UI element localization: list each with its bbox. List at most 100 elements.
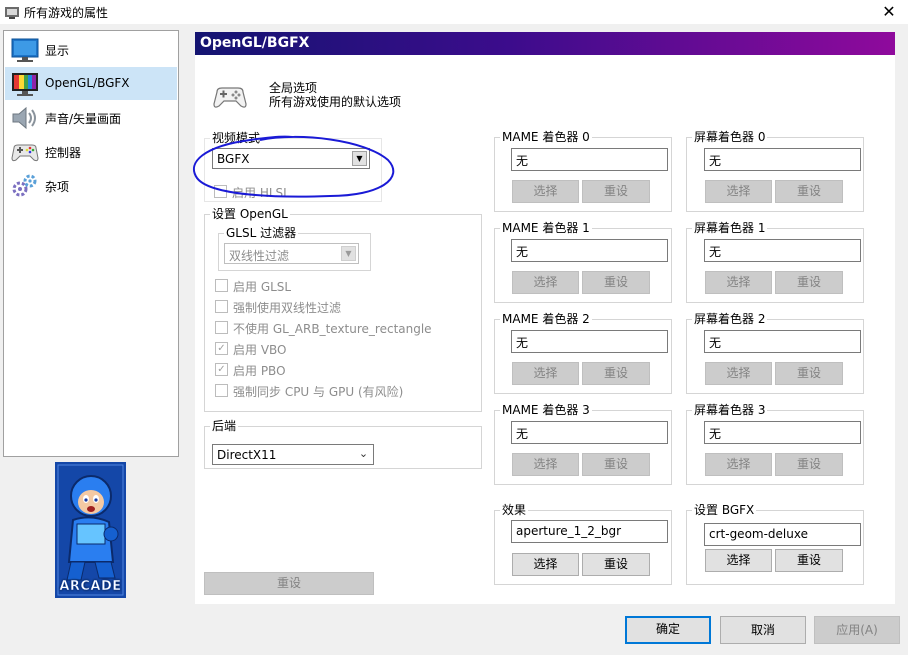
checkbox-box: ✓: [215, 342, 228, 355]
group-legend: MAME 着色器 0: [500, 130, 592, 144]
bgfx-reset-button[interactable]: 重设: [775, 549, 843, 572]
cancel-button[interactable]: 取消: [720, 616, 806, 644]
video-mode-value: BGFX: [217, 152, 250, 166]
mame-shader-2-reset-button[interactable]: 重设: [582, 362, 650, 385]
force-bilinear-checkbox[interactable]: 强制使用双线性过滤: [215, 299, 475, 315]
checkbox-box: [215, 279, 228, 292]
field-value: 无: [709, 245, 722, 259]
group-legend: 屏幕着色器 1: [692, 221, 768, 235]
sidebar-item-label: OpenGL/BGFX: [45, 76, 130, 90]
screen-shader-3-reset-button[interactable]: 重设: [775, 453, 843, 476]
field-value: 无: [709, 336, 722, 350]
bgfx-choose-button[interactable]: 选择: [705, 549, 772, 572]
group-legend: 屏幕着色器 2: [692, 312, 768, 326]
mame-shader-0-field[interactable]: 无: [511, 148, 668, 171]
enable-vbo-checkbox[interactable]: ✓ 启用 VBO: [215, 341, 475, 357]
sidebar-item-label: 显示: [45, 44, 70, 58]
screen-shader-3-choose-button[interactable]: 选择: [705, 453, 772, 476]
mame-shader-3-field[interactable]: 无: [511, 421, 668, 444]
title-bar: 所有游戏的属性 ✕: [0, 0, 908, 24]
gamepad-icon: [11, 144, 39, 162]
hlsl-label: 启用 HLSL: [232, 186, 290, 200]
sidebar-item-label: 声音/矢量画面: [45, 112, 122, 126]
bgfx-settings-group: 设置 BGFX: [686, 503, 864, 585]
sidebar-item-controllers[interactable]: 控制器: [5, 135, 177, 168]
checkbox-box: [215, 300, 228, 313]
scope-description: 所有游戏使用的默认选项: [269, 95, 402, 109]
mame-shader-1-field[interactable]: 无: [511, 239, 668, 262]
chevron-down-icon: ▼: [341, 246, 356, 261]
mame-shader-2-choose-button[interactable]: 选择: [512, 362, 579, 385]
screen-shader-2-reset-button[interactable]: 重设: [775, 362, 843, 385]
field-value: 无: [709, 154, 722, 168]
sidebar-item-label: 杂项: [45, 180, 70, 194]
field-value: 无: [516, 154, 529, 168]
effect-value: aperture_1_2_bgr: [516, 524, 622, 538]
color-monitor-icon: [12, 73, 38, 96]
force-sync-checkbox[interactable]: 强制同步 CPU 与 GPU (有风险): [215, 383, 475, 399]
screen-shader-0-field[interactable]: 无: [704, 148, 861, 171]
close-button[interactable]: ✕: [870, 0, 908, 24]
group-legend: 屏幕着色器 0: [692, 130, 768, 144]
screen-shader-1-choose-button[interactable]: 选择: [705, 271, 772, 294]
speaker-icon: [12, 106, 36, 130]
window-title: 所有游戏的属性: [24, 6, 109, 20]
hlsl-checkbox[interactable]: 启用 HLSL: [214, 184, 304, 200]
screen-shader-3-field[interactable]: 无: [704, 421, 861, 444]
screen-shader-1-field[interactable]: 无: [704, 239, 861, 262]
sidebar: 显示 OpenGL/BGFX 声音/矢量画面 控制器 杂项: [3, 30, 179, 457]
screen-shader-2-choose-button[interactable]: 选择: [705, 362, 772, 385]
effect-choose-button[interactable]: 选择: [512, 553, 579, 576]
screen-shader-2-field[interactable]: 无: [704, 330, 861, 353]
sidebar-item-opengl-bgfx[interactable]: OpenGL/BGFX: [5, 67, 177, 100]
sidebar-item-label: 控制器: [45, 146, 82, 160]
checkbox-box: [214, 185, 227, 198]
checkbox-box: ✓: [215, 363, 228, 376]
mame-shader-2-field[interactable]: 无: [511, 330, 668, 353]
panel-title: OpenGL/BGFX: [200, 35, 310, 51]
bgfx-legend: 设置 BGFX: [692, 503, 757, 517]
monitor-icon: [11, 38, 39, 62]
chevron-down-icon: ⌄: [358, 447, 369, 460]
screen-shader-0-choose-button[interactable]: 选择: [705, 180, 772, 203]
field-value: 无: [516, 427, 529, 441]
video-mode-dropdown[interactable]: BGFX ▼: [212, 148, 370, 169]
mame-shader-1-reset-button[interactable]: 重设: [582, 271, 650, 294]
option-label: 强制同步 CPU 与 GPU (有风险): [233, 385, 404, 399]
group-legend: MAME 着色器 1: [500, 221, 592, 235]
effect-reset-button[interactable]: 重设: [582, 553, 650, 576]
mame-shader-0-reset-button[interactable]: 重设: [582, 180, 650, 203]
panel-header: OpenGL/BGFX: [195, 32, 895, 55]
backend-legend: 后端: [210, 419, 239, 433]
mame-shader-3-choose-button[interactable]: 选择: [512, 453, 579, 476]
mame-shader-1-choose-button[interactable]: 选择: [512, 271, 579, 294]
mame-shader-3-reset-button[interactable]: 重设: [582, 453, 650, 476]
screen-shader-0-reset-button[interactable]: 重设: [775, 180, 843, 203]
enable-glsl-checkbox[interactable]: 启用 GLSL: [215, 278, 475, 294]
sidebar-item-misc[interactable]: 杂项: [5, 169, 177, 202]
arcade-logo-text: ARCADE: [59, 579, 122, 595]
no-texture-rectangle-checkbox[interactable]: 不使用 GL_ARB_texture_rectangle: [215, 320, 475, 336]
option-label: 启用 GLSL: [233, 280, 292, 294]
enable-pbo-checkbox[interactable]: ✓ 启用 PBO: [215, 362, 475, 378]
effect-field[interactable]: aperture_1_2_bgr: [511, 520, 668, 543]
ok-button[interactable]: 确定: [625, 616, 711, 644]
mame-shader-0-choose-button[interactable]: 选择: [512, 180, 579, 203]
bgfx-chain-field[interactable]: crt-geom-deluxe: [704, 523, 861, 546]
checkbox-box: [215, 384, 228, 397]
field-value: 无: [516, 336, 529, 350]
option-label: 启用 VBO: [233, 343, 287, 357]
backend-value: DirectX11: [217, 448, 277, 462]
group-legend: 屏幕着色器 3: [692, 403, 768, 417]
mascot-illustration: [55, 462, 126, 598]
reset-opengl-button[interactable]: 重设: [204, 572, 374, 595]
option-label: 不使用 GL_ARB_texture_rectangle: [233, 322, 432, 336]
glsl-filter-dropdown[interactable]: 双线性过滤 ▼: [224, 243, 359, 264]
gamepad-icon: [213, 87, 247, 108]
backend-dropdown[interactable]: DirectX11 ⌄: [212, 444, 374, 465]
screen-shader-1-reset-button[interactable]: 重设: [775, 271, 843, 294]
sidebar-item-display[interactable]: 显示: [5, 33, 177, 66]
chevron-down-icon: ▼: [352, 151, 367, 166]
apply-button[interactable]: 应用(A): [814, 616, 900, 644]
sidebar-item-sound-vector[interactable]: 声音/矢量画面: [5, 101, 177, 134]
